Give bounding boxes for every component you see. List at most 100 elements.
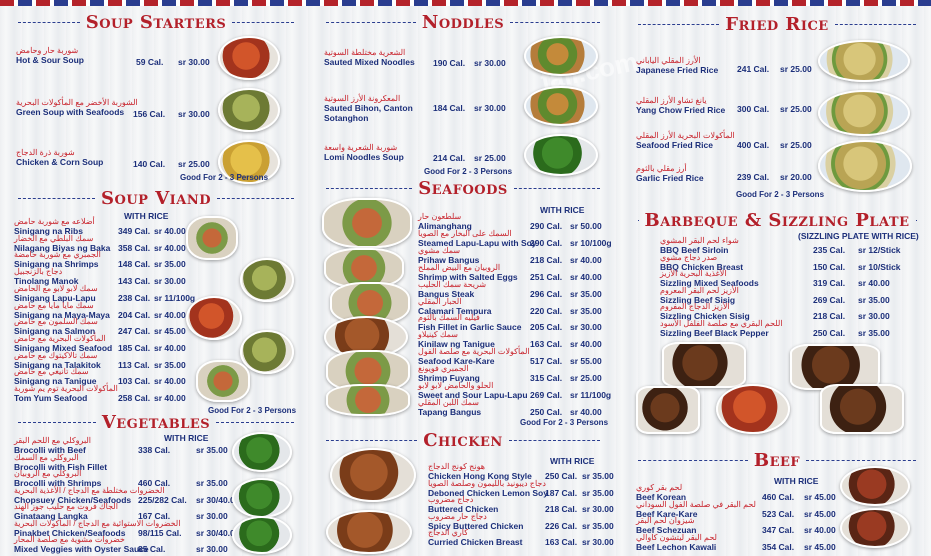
item-name-arabic: شيزوان لحم البقر — [636, 516, 695, 526]
menu-item[interactable]: خضروات مشوية مع صلصة المحار Mixed Veggies… — [14, 535, 149, 554]
price: sr 40.00 — [570, 406, 602, 417]
calories: 347 Cal. — [762, 525, 795, 536]
item-name-arabic: المأكولات البحرية مع حامض — [14, 333, 106, 343]
calories: 338 Cal. — [138, 445, 171, 455]
price: sr 30.00 — [178, 57, 210, 67]
menu-item[interactable]: لحم البقر ليتشون كاوالي Beef Lechon Kawal… — [636, 533, 717, 552]
dish-photo — [232, 478, 292, 518]
price: sr 40.00 — [154, 342, 186, 353]
dish-photo — [524, 86, 598, 126]
menu-item[interactable]: المعكرونة الأرز السوتية Sauted Bihon, Can… — [324, 94, 413, 123]
item-name-arabic: البروكلي مع الروبيان — [14, 469, 82, 478]
calories: 184 Cal. — [433, 103, 466, 113]
calories: 300 Cal. — [737, 104, 770, 114]
dish-photo — [232, 432, 292, 472]
price: sr 35.00 — [858, 294, 890, 305]
price: sr 50.00 — [570, 221, 602, 231]
good-for-note: Good For 2 - 3 Persons — [520, 418, 609, 427]
price: sr 35.00 — [570, 305, 602, 316]
price: sr 35.00 — [582, 520, 614, 531]
price: sr 30.00 — [474, 103, 506, 113]
menu-item[interactable]: يانغ تشاو الأرز المقلي Yang Chow Fried Ri… — [636, 96, 725, 115]
calories: 148 Cal. — [118, 259, 151, 270]
calories: 218 Cal. — [530, 254, 563, 265]
item-name: Curried Chicken Breast — [428, 537, 523, 548]
column-header: WITH RICE — [550, 456, 595, 466]
calories: 460 Cal. — [762, 492, 795, 502]
price: sr 25.00 — [780, 140, 812, 150]
calories: 517 Cal. — [530, 356, 563, 367]
price: sr 25.00 — [178, 159, 210, 169]
calories: 250 Cal. — [813, 328, 846, 338]
dish-photo — [820, 384, 904, 434]
menu-item[interactable]: شوربة حار وحامض Hot & Sour Soup — [16, 46, 84, 65]
calories: 354 Cal. — [762, 541, 795, 552]
item-name-arabic: لحم بقر كوري — [636, 483, 683, 492]
calories: 269 Cal. — [813, 294, 846, 305]
item-name-arabic: سمك كينيلاو — [418, 330, 458, 340]
calories: 250 Cal. — [545, 471, 578, 481]
price: sr 30.00 — [858, 311, 890, 322]
item-name-arabic: لحم البقر في صلصة الفول السوداني — [636, 499, 756, 509]
price: sr 25.00 — [780, 64, 812, 74]
menu-item[interactable]: اللحم البقري مع صلصة الفلفل الأسود Sizzli… — [660, 319, 783, 338]
menu-item[interactable]: شوربة ذرة الدجاج Chicken & Corn Soup — [16, 148, 103, 167]
calories: 226 Cal. — [545, 520, 578, 531]
dish-photo — [716, 384, 790, 434]
dish-photo — [322, 198, 412, 248]
dish-photo — [636, 386, 700, 434]
calories: 319 Cal. — [813, 278, 846, 289]
calories: 296 Cal. — [530, 288, 563, 299]
item-name-arabic: سمك مشوي — [418, 245, 461, 255]
price: sr 35.00 — [196, 478, 228, 488]
column-header: WITH RICE — [774, 476, 819, 486]
item-name: Tapang Bangus — [418, 406, 482, 417]
price: sr 45.00 — [804, 508, 836, 519]
calories: 140 Cal. — [133, 159, 166, 169]
menu-item[interactable]: كاري الدجاج Curried Chicken Breast — [428, 528, 522, 547]
calories: 143 Cal. — [118, 276, 151, 287]
menu-item[interactable]: المأكولات البحرية الأرز المقلي Seafood Fr… — [636, 131, 735, 150]
menu-item[interactable]: أرز مقلي بالثوم Garlic Fried Rice — [636, 164, 704, 183]
item-name: Mixed Veggies with Oyster Sauce — [14, 544, 149, 554]
item-name-arabic: السمك على البخار مع الصويا — [418, 228, 512, 238]
dish-photo — [818, 140, 912, 192]
item-name-arabic: خضروات مشوية مع صلصة المحار — [14, 535, 125, 544]
menu-item[interactable]: الأرز المقلي الياباني Japanese Fried Rice — [636, 56, 718, 75]
dish-photo — [818, 90, 910, 136]
calories: 258 Cal. — [118, 393, 151, 403]
menu-item[interactable]: الشوربة الأخضر مع المأكولات البحرية Green… — [16, 98, 138, 117]
price: sr 40.00 — [858, 278, 890, 289]
menu-item[interactable]: الشعرية مختلطة السوتية Sauted Mixed Noodl… — [324, 48, 415, 67]
menu-item[interactable]: المأكولات البحرية توم يم شوربة Tom Yum Se… — [14, 384, 118, 403]
price: sr 25.00 — [570, 373, 602, 384]
calories: 204 Cal. — [118, 309, 151, 320]
price: sr 30.00 — [582, 537, 614, 548]
calories: 250 Cal. — [530, 406, 563, 417]
calories: 214 Cal. — [433, 153, 466, 163]
price: sr 35.00 — [582, 487, 614, 498]
price: sr 35.00 — [570, 288, 602, 299]
item-name-arabic: البروكلي مع اللحم البقر — [14, 436, 92, 445]
calories: 238 Cal. — [118, 292, 151, 303]
item-name-arabic: صدر دجاج مشوي — [660, 252, 718, 262]
item-name-arabic: الأزيز لحم البقر المعروم — [660, 285, 739, 295]
item-name-arabic: الجمبري فويونغ — [418, 364, 469, 374]
menu-item[interactable]: سمك اللبن المقلي Tapang Bangus — [418, 398, 481, 417]
calories: 187 Cal. — [545, 487, 578, 498]
price: sr 40.00 — [154, 242, 186, 253]
good-for-note: Good For 2 - 3 Persons — [736, 190, 825, 199]
calories: 251 Cal. — [530, 271, 563, 282]
price: sr 11/100g — [154, 292, 196, 303]
price: sr 30.00 — [582, 504, 614, 515]
price: sr 40.00 — [154, 226, 186, 236]
column-header: WITH RICE — [540, 205, 585, 215]
dish-photo — [330, 448, 416, 502]
calories: 150 Cal. — [813, 261, 846, 272]
price: sr 40.00 — [570, 254, 602, 265]
item-name: Beef Lechon Kawali — [636, 541, 717, 552]
dish-photo — [524, 36, 598, 76]
item-name-arabic: الجاك فروت مع حليب جوز الهند — [14, 502, 118, 511]
menu-item[interactable]: شوربة الشعرية واسعة Lomi Noodles Soup — [324, 143, 404, 162]
dish-photo — [218, 36, 280, 80]
